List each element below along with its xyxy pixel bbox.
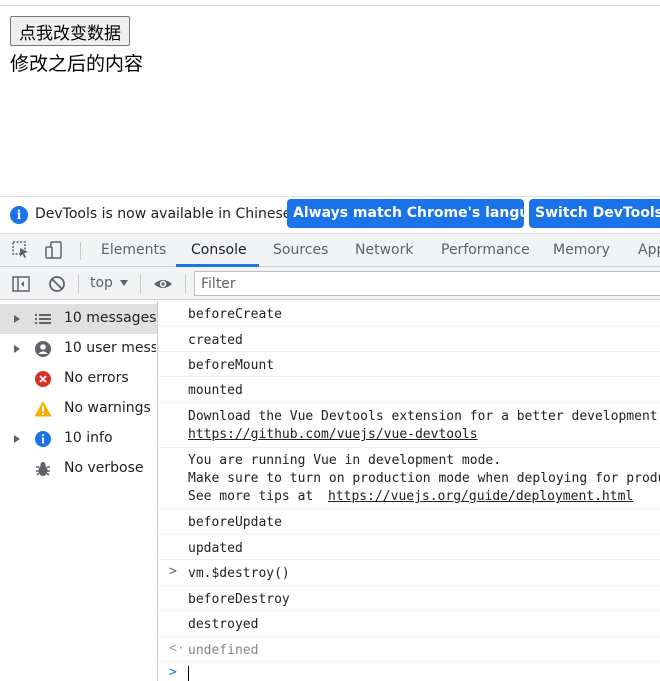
tab-console[interactable]: Console: [191, 242, 247, 258]
inspect-element-icon[interactable]: [11, 240, 31, 264]
message-text: mounted: [188, 383, 243, 398]
tab-elements[interactable]: Elements: [101, 242, 166, 258]
console-sidebar: 10 messages 10 user messages No errors N…: [0, 301, 158, 681]
switch-devtools-language-button[interactable]: Switch DevTools to Chinese: [529, 199, 660, 228]
tab-sources[interactable]: Sources: [273, 242, 328, 258]
context-dropdown-caret-icon[interactable]: [120, 280, 128, 286]
console-messages: beforeCreate created beforeMount mounted…: [159, 301, 660, 681]
input-prompt-icon: >: [169, 564, 177, 579]
page-content-text: 修改之后的内容: [10, 53, 144, 75]
expand-triangle-icon[interactable]: [14, 315, 20, 323]
result-text: undefined: [188, 643, 259, 658]
change-data-button[interactable]: 点我改变数据: [10, 16, 130, 46]
device-toolbar-icon[interactable]: [44, 240, 64, 264]
prompt-chevron-icon: >: [169, 665, 177, 680]
sidebar-item-label: 10 messages: [64, 310, 156, 326]
console-message: beforeDestroy: [159, 586, 660, 611]
console-command: > vm.$destroy(): [159, 560, 660, 586]
sidebar-item-label: 10 user messages: [64, 340, 156, 356]
error-icon: [34, 370, 52, 388]
message-text: created: [188, 333, 243, 348]
message-text: updated: [188, 541, 243, 556]
result-arrow-icon: <·: [169, 641, 185, 656]
sidebar-item-errors[interactable]: No errors: [0, 364, 157, 394]
sidebar-item-info[interactable]: 10 info: [0, 424, 157, 454]
toolbar-separator: [140, 275, 141, 293]
console-message: beforeMount: [159, 352, 660, 377]
message-text: See more tips at: [188, 489, 322, 504]
console-message: mounted: [159, 377, 660, 403]
live-expression-eye-icon[interactable]: [153, 274, 173, 298]
sidebar-toggle-icon[interactable]: [11, 274, 31, 298]
tab-performance[interactable]: Performance: [441, 242, 530, 258]
sidebar-item-label: 10 info: [64, 430, 113, 446]
console-message: updated: [159, 535, 660, 560]
tabbar-separator: [80, 242, 81, 260]
text-cursor: [188, 666, 189, 681]
sidebar-item-user-messages[interactable]: 10 user messages: [0, 334, 157, 364]
tab-application[interactable]: Application: [638, 242, 660, 258]
sidebar-item-label: No errors: [64, 370, 129, 386]
sidebar-item-label: No verbose: [64, 460, 144, 476]
console-message: beforeUpdate: [159, 509, 660, 535]
bug-icon: [34, 460, 52, 478]
message-text: beforeDestroy: [188, 592, 290, 607]
message-text: Make sure to turn on production mode whe…: [188, 471, 660, 486]
screen: 点我改变数据 修改之后的内容 i DevTools is now availab…: [0, 0, 660, 681]
page-divider: [0, 5, 660, 6]
message-text: beforeCreate: [188, 307, 282, 322]
sidebar-item-warnings[interactable]: No warnings: [0, 394, 157, 424]
command-text: vm.$destroy(): [188, 566, 290, 581]
deployment-guide-link[interactable]: https://vuejs.org/guide/deployment.html: [328, 488, 633, 506]
warning-icon: [34, 400, 52, 418]
toolbar-separator: [185, 275, 186, 293]
console-toolbar: top: [0, 267, 660, 300]
clear-console-icon[interactable]: [47, 274, 67, 298]
console-message: beforeCreate: [159, 301, 660, 327]
list-icon: [34, 310, 52, 328]
expand-triangle-icon[interactable]: [14, 435, 20, 443]
console-message: You are running Vue in development mode.…: [159, 448, 660, 509]
filter-input[interactable]: [194, 271, 660, 296]
tab-network[interactable]: Network: [355, 242, 413, 258]
expand-triangle-icon[interactable]: [14, 345, 20, 353]
devtools-tabbar: Elements Console Sources Network Perform…: [0, 233, 660, 267]
message-text: You are running Vue in development mode.: [188, 453, 502, 468]
console-prompt[interactable]: >: [159, 662, 660, 681]
message-text: beforeUpdate: [188, 515, 282, 530]
info-icon: [34, 430, 52, 448]
always-match-language-button[interactable]: Always match Chrome's language: [287, 199, 524, 228]
infobar-message: DevTools is now available in Chinese!: [35, 206, 297, 222]
user-icon: [34, 340, 52, 358]
message-text: destroyed: [188, 617, 259, 632]
sidebar-item-verbose[interactable]: No verbose: [0, 454, 157, 484]
console-result: <· undefined: [159, 637, 660, 662]
console-message: created: [159, 327, 660, 352]
message-text: beforeMount: [188, 358, 275, 373]
tab-memory[interactable]: Memory: [553, 242, 610, 258]
devtools-link[interactable]: https://github.com/vuejs/vue-devtools: [188, 426, 478, 444]
devtools-language-infobar: i DevTools is now available in Chinese! …: [0, 196, 660, 232]
toolbar-separator: [78, 275, 79, 293]
context-selector[interactable]: top: [90, 275, 113, 291]
info-icon: i: [10, 206, 28, 224]
sidebar-item-label: No warnings: [64, 400, 151, 416]
sidebar-item-messages[interactable]: 10 messages: [0, 304, 157, 334]
console-message: destroyed: [159, 611, 660, 637]
console-message: Download the Vue Devtools extension for …: [159, 403, 660, 448]
message-text: Download the Vue Devtools extension for …: [188, 409, 658, 424]
